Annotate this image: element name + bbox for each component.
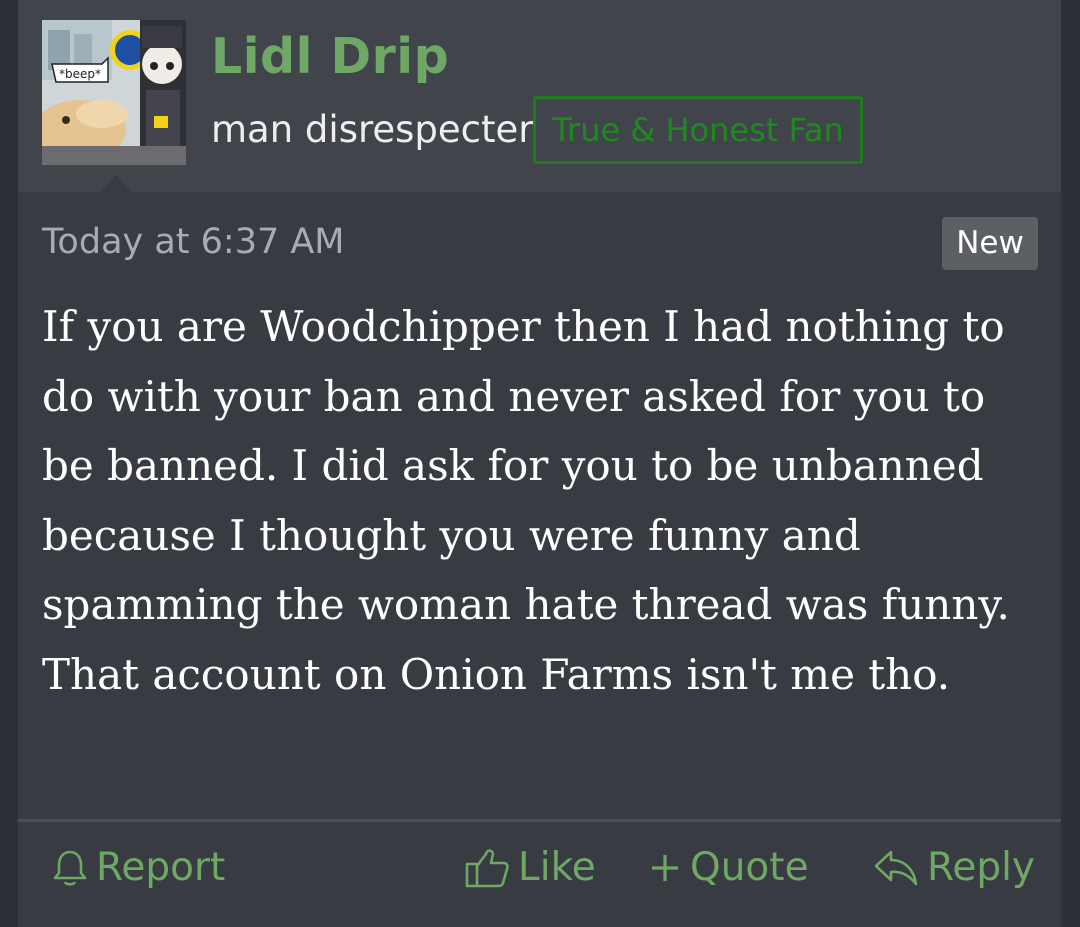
message-post: *beep* Lidl Drip man disrespecter True &… xyxy=(18,0,1061,927)
header-pointer xyxy=(100,174,132,192)
post-message: If you are Woodchipper then I had nothin… xyxy=(42,302,1010,699)
like-label: Like xyxy=(518,845,596,890)
like-button[interactable]: Like xyxy=(464,840,596,896)
report-button[interactable]: Report xyxy=(52,840,225,896)
bell-icon xyxy=(52,848,88,888)
post-user-header: *beep* Lidl Drip man disrespecter True &… xyxy=(18,0,1061,192)
thumbs-up-icon xyxy=(464,846,510,890)
reply-label: Reply xyxy=(927,845,1036,890)
avatar-caption: *beep* xyxy=(59,67,101,81)
new-badge: New xyxy=(942,217,1038,270)
user-banner: True & Honest Fan xyxy=(533,96,863,164)
footer-divider xyxy=(18,819,1061,822)
reply-arrow-icon xyxy=(873,848,919,888)
quote-label: Quote xyxy=(690,845,809,890)
quote-button[interactable]: Quote xyxy=(648,840,809,896)
plus-icon xyxy=(648,851,682,885)
user-title: man disrespecter xyxy=(211,108,534,151)
report-label: Report xyxy=(96,845,226,890)
user-avatar[interactable]: *beep* xyxy=(42,20,186,165)
post-timestamp[interactable]: Today at 6:37 AM xyxy=(42,222,345,262)
username-link[interactable]: Lidl Drip xyxy=(211,28,449,85)
reply-button[interactable]: Reply xyxy=(873,840,1035,896)
